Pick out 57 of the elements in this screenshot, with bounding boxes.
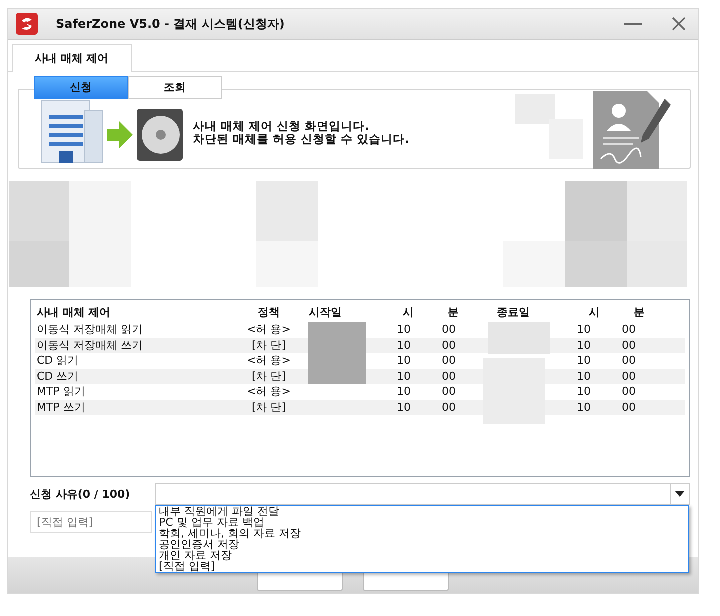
column-header: 정책 — [257, 304, 281, 320]
table-cell-text: 10 — [577, 354, 592, 368]
column-header: 시 — [589, 304, 601, 320]
banner-text: 사내 매체 제어 신청 화면입니다. — [193, 120, 370, 133]
column-header: 시작일 — [308, 304, 343, 320]
input-field[interactable]: [직접 입력] — [30, 511, 152, 533]
column-header: 분 — [634, 304, 646, 320]
table-cell-text: 00 — [622, 400, 637, 414]
dropdown-option[interactable]: 학회, 세미나, 회의 자료 저장 — [159, 528, 685, 539]
sub-tab[interactable]: 조회 — [128, 76, 222, 99]
table-cell-text: <허 용> — [246, 384, 292, 400]
table-cell-text: 10 — [397, 385, 412, 398]
table-cell-text: 10 — [397, 338, 412, 352]
table-cell-text: 00 — [622, 370, 637, 383]
table-cell-text: MTP 읽기 — [36, 384, 86, 400]
table-cell-text: <허 용> — [246, 353, 292, 368]
table-cell-text: 10 — [577, 338, 592, 352]
table-cell-text: MTP 쓰기 — [36, 400, 86, 415]
column-header: 종료일 — [496, 304, 531, 320]
table-cell-text: 10 — [577, 370, 592, 383]
table-cell-text: 10 — [397, 400, 412, 414]
table-cell-text: 10 — [397, 323, 412, 336]
dropdown-option[interactable]: 내부 직원에게 파일 전달 — [159, 506, 685, 517]
dropdown-option[interactable]: 개인 자료 저장 — [159, 550, 685, 561]
table-cell-text: 00 — [442, 385, 457, 398]
table-cell-text: 00 — [622, 323, 637, 336]
table-cell-text: <허 용> — [246, 322, 292, 338]
table-cell-text: [차 단] — [250, 400, 288, 415]
banner-text: 차단된 매체를 허용 신청할 수 있습니다. — [193, 133, 410, 146]
table-cell-text: 10 — [577, 323, 592, 336]
table-cell-text: [차 단] — [250, 368, 288, 384]
table-cell-text: 10 — [397, 354, 412, 368]
tab[interactable]: 사내 매체 제어 — [12, 44, 132, 72]
window-title: SaferZone V5.0 - 결재 시스템(신청자) — [56, 16, 286, 32]
dropdown-option[interactable]: 공인인증서 저장 — [159, 539, 685, 550]
table-cell-text: 10 — [577, 400, 592, 414]
column-header: 시 — [403, 304, 415, 320]
table-cell-text: 00 — [442, 400, 457, 414]
sub-tab[interactable]: 신청 — [34, 76, 128, 99]
dropdown-option[interactable]: PC 및 업무 자료 백업 — [159, 517, 685, 528]
table-cell-text: 00 — [442, 338, 457, 352]
table-cell-text: 00 — [442, 354, 457, 368]
table-cell-text: 00 — [442, 323, 457, 336]
table-cell-text: 00 — [622, 338, 637, 352]
table-cell-text: 이동식 저장매체 읽기 — [36, 322, 144, 338]
table-cell-text: 10 — [397, 370, 412, 383]
table-cell-text: 이동식 저장매체 쓰기 — [36, 338, 144, 353]
table-cell-text: 00 — [622, 385, 637, 398]
table-cell-text: 00 — [622, 354, 637, 368]
table-cell-text: CD 읽기 — [36, 353, 80, 368]
reason-label: 신청 사유(0 / 100) — [30, 486, 132, 502]
table-cell-text: CD 쓰기 — [36, 368, 80, 384]
column-header: 사내 매체 제어 — [36, 304, 112, 320]
table-cell-text: 10 — [577, 385, 592, 398]
column-header: 분 — [448, 304, 460, 320]
table-cell-text: 00 — [442, 370, 457, 383]
table-cell-text: [차 단] — [250, 338, 288, 353]
